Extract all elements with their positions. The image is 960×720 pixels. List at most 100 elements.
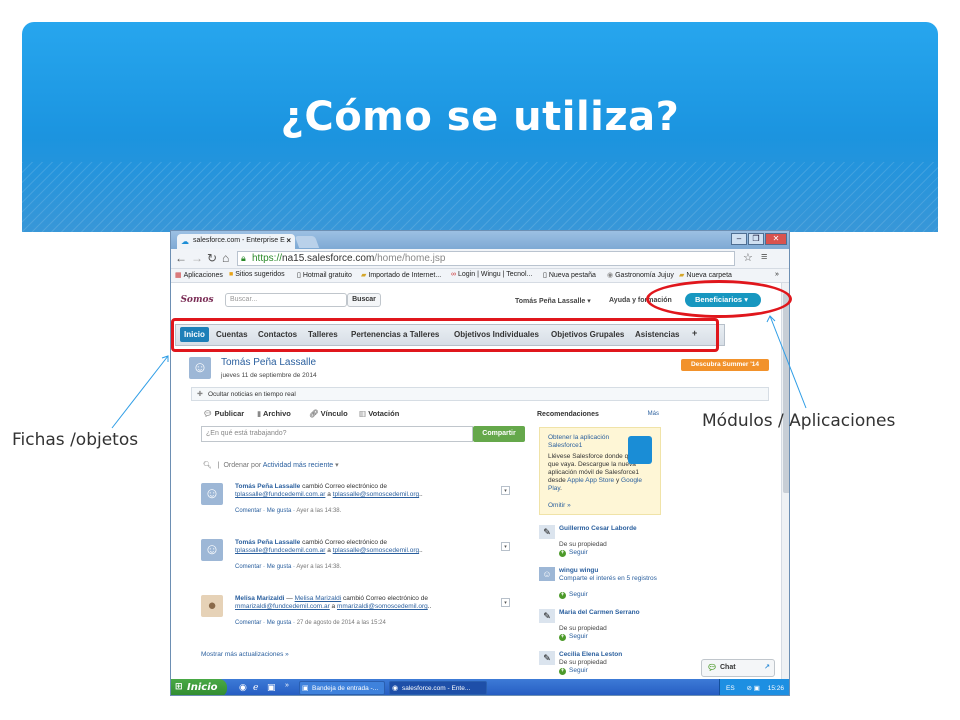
app-store-link[interactable]: Apple App Store — [567, 477, 614, 484]
feed-email-from[interactable]: tplassalle@fundcedemil.com.ar — [235, 491, 325, 498]
salesforce1-phone-icon — [628, 436, 652, 464]
comment-link[interactable]: Comentar — [235, 620, 261, 626]
clock[interactable]: 15:26 — [768, 685, 784, 692]
folder-icon: ▰ — [361, 272, 367, 279]
feed-menu-button[interactable]: ▾ — [501, 598, 510, 607]
feed-action: cambió Correo electrónico de — [302, 483, 387, 490]
minimize-button[interactable]: – — [731, 233, 747, 245]
feed-author[interactable]: Melisa Marizaldi — [235, 595, 285, 602]
outlook-icon[interactable]: ▣ — [267, 682, 276, 693]
publisher-link-label: Vínculo — [320, 409, 348, 418]
publisher-poll[interactable]: ▥ Votación — [359, 409, 399, 418]
taskbar-item-mail[interactable]: ▣ Bandeja de entrada -... — [299, 681, 385, 695]
search-icon[interactable]: 🔍︎ — [203, 462, 212, 469]
recommendations-more-link[interactable]: Más — [648, 411, 659, 417]
scrollbar-thumb[interactable] — [783, 293, 789, 493]
file-icon: ▮ — [257, 409, 262, 418]
share-button[interactable]: Compartir — [473, 426, 525, 442]
bookmark-item[interactable]: ▰ Nueva carpeta — [679, 271, 732, 279]
internet-explorer-icon[interactable]: ℯ — [253, 682, 258, 693]
follow-link[interactable]: Seguir — [559, 633, 588, 641]
publisher-post[interactable]: 💬︎ Publicar — [203, 409, 244, 418]
vertical-scrollbar[interactable] — [781, 283, 789, 679]
bookmarks-overflow-icon[interactable]: » — [775, 271, 779, 278]
search-button[interactable]: Buscar — [347, 293, 381, 307]
avatar[interactable]: ☺ — [201, 539, 223, 561]
sort-dropdown[interactable]: Actividad más reciente — [263, 462, 333, 469]
feed-email-from[interactable]: mmarizaldi@fundcedemil.com.ar — [235, 603, 330, 610]
feed-author[interactable]: Tomás Peña Lassalle — [235, 539, 300, 546]
recommendation-name[interactable]: Guillermo Cesar Laborde — [559, 525, 659, 533]
recommendation-name[interactable]: wingu wingu — [559, 567, 659, 575]
avatar[interactable]: ● — [201, 595, 223, 617]
browser-tab[interactable]: ☁ salesforce.com - Enterprise E × — [177, 234, 295, 249]
feed-timestamp[interactable]: Ayer a las 14:38. — [296, 508, 341, 514]
bookmark-item[interactable]: ▯ Nueva pestaña — [543, 271, 596, 279]
like-link[interactable]: Me gusta — [267, 564, 292, 570]
bookmark-star-icon[interactable]: ☆ — [743, 251, 753, 264]
comment-link[interactable]: Comentar — [235, 564, 261, 570]
feed-email-from[interactable]: tplassalle@fundcedemil.com.ar — [235, 547, 325, 554]
taskbar-item-label: Bandeja de entrada -... — [312, 685, 379, 692]
close-window-button[interactable]: ✕ — [765, 233, 787, 245]
publisher-link[interactable]: 🔗︎ Vínculo — [309, 409, 348, 418]
menu-hamburger-icon[interactable]: ≡ — [761, 251, 767, 263]
summer-release-badge[interactable]: Descubra Summer '14 — [681, 359, 769, 371]
new-tab-button[interactable] — [294, 236, 320, 248]
avatar[interactable]: ☺ — [189, 357, 211, 379]
feed-timestamp[interactable]: 27 de agosto de 2014 a las 15:24 — [297, 620, 386, 626]
feed-email-to[interactable]: mmarizaldi@somoscedemil.org — [337, 603, 428, 610]
like-link[interactable]: Me gusta — [267, 508, 292, 514]
feed-menu-button[interactable]: ▾ — [501, 542, 510, 551]
bookmark-item[interactable]: ▦ Aplicaciones — [175, 271, 223, 279]
feed-menu-button[interactable]: ▾ — [501, 486, 510, 495]
record-icon: ✎ — [539, 525, 555, 539]
bookmark-item[interactable]: ▯ Hotmail gratuito — [297, 271, 352, 279]
feed-timestamp[interactable]: Ayer a las 14:38. — [296, 564, 341, 570]
promo-link[interactable]: Obtener la aplicación Salesforce1 — [548, 434, 620, 450]
feed-author[interactable]: Tomás Peña Lassalle — [235, 483, 300, 490]
start-button[interactable]: ⊞ Inicio — [171, 679, 227, 695]
language-indicator[interactable]: ES — [726, 685, 735, 692]
post-input[interactable]: ¿En qué está trabajando? — [201, 426, 473, 442]
follow-link[interactable]: Seguir — [559, 549, 588, 557]
feed-email-to[interactable]: tplassalle@somoscedemil.org — [333, 547, 419, 554]
quicklaunch-overflow-icon[interactable]: » — [285, 682, 289, 689]
back-arrow-icon[interactable]: ← — [175, 251, 187, 265]
more-updates-link[interactable]: Mostrar más actualizaciones » — [201, 651, 289, 658]
maximize-button[interactable]: ❐ — [748, 233, 764, 245]
org-logo[interactable]: Somos — [177, 289, 217, 311]
bookmark-item[interactable]: ∞ Login | Wingu | Tecnol... — [451, 271, 532, 278]
browser-toolbar: ← → ↻ ⌂ 🔒︎ https://na15.salesforce.com/h… — [171, 249, 789, 269]
home-icon[interactable]: ⌂ — [222, 251, 229, 265]
chrome-icon[interactable]: ◉ — [239, 682, 247, 693]
avatar[interactable]: ☺ — [201, 483, 223, 505]
profile-name[interactable]: Tomás Peña Lassalle — [221, 357, 316, 368]
user-menu[interactable]: Tomás Peña Lassalle ▾ — [515, 297, 591, 305]
bookmark-item[interactable]: ▰ Importado de Internet... — [361, 271, 441, 279]
feed-email-to[interactable]: tplassalle@somoscedemil.org — [333, 491, 419, 498]
app-menu-highlight-ellipse — [646, 280, 792, 318]
chat-widget[interactable]: 💬︎ Chat ↗ — [701, 659, 775, 677]
follow-link[interactable]: Seguir — [559, 591, 588, 599]
close-tab-icon[interactable]: × — [286, 236, 291, 245]
bookmark-item[interactable]: ◉ Gastronomía Jujuy — [607, 271, 674, 279]
apps-grid-icon: ▦ — [175, 272, 182, 279]
bookmark-item[interactable]: ■ Sitios sugeridos — [229, 271, 285, 278]
publisher-file[interactable]: ▮ Archivo — [257, 409, 291, 418]
taskbar-item-browser[interactable]: ◉ salesforce.com - Ente... — [389, 681, 487, 695]
tray-icons[interactable]: ⊘ ▣ — [746, 685, 759, 692]
reload-icon[interactable]: ↻ — [207, 251, 217, 265]
feed-target[interactable]: Melisa Marizaldi — [295, 595, 342, 602]
realtime-toggle[interactable]: ✚ Ocultar noticias en tiempo real — [191, 387, 769, 401]
recommendation-name[interactable]: Maria del Carmen Serrano — [559, 609, 659, 617]
recommendation-name[interactable]: Cecilia Elena Leston — [559, 651, 659, 659]
promo-dismiss-link[interactable]: Omitir » — [548, 502, 571, 510]
address-bar[interactable]: 🔒︎ https://na15.salesforce.com/home/home… — [237, 251, 735, 266]
comment-link[interactable]: Comentar — [235, 508, 261, 514]
recommendation-reason[interactable]: Comparte el interés en 5 registros — [559, 575, 659, 583]
forward-arrow-icon[interactable]: → — [191, 251, 203, 265]
like-link[interactable]: Me gusta — [267, 620, 292, 626]
search-input[interactable]: Buscar... — [225, 293, 347, 307]
follow-link[interactable]: Seguir — [559, 667, 588, 675]
